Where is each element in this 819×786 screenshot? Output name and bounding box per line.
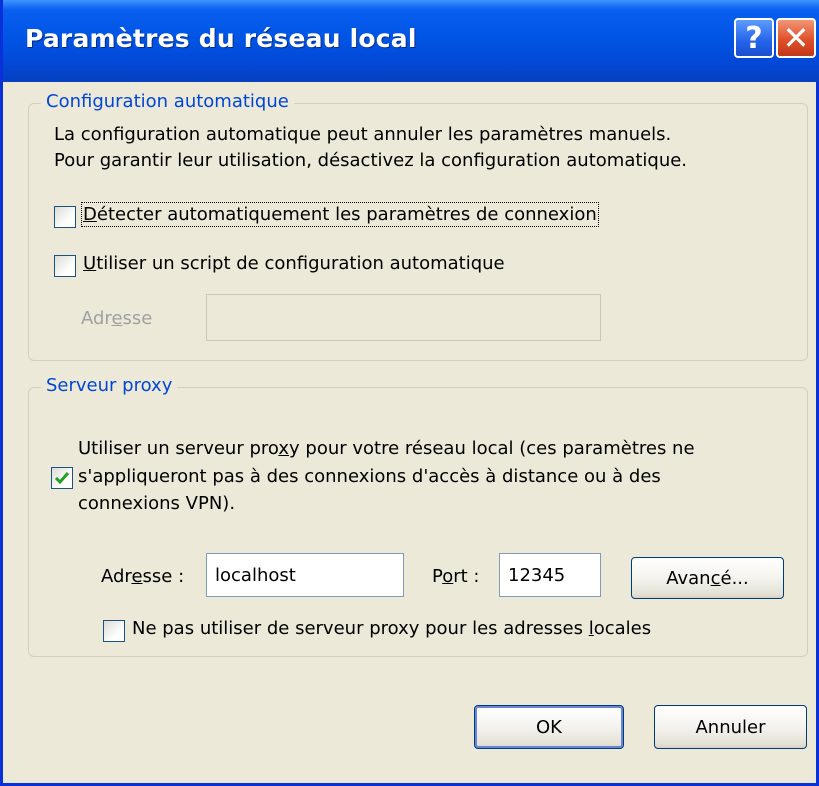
proxy-group xyxy=(28,387,808,657)
title-bar[interactable]: Paramètres du réseau local ? ✕ xyxy=(3,0,819,82)
dialog-window: Paramètres du réseau local ? ✕ Configura… xyxy=(0,0,819,786)
help-icon: ? xyxy=(745,20,763,56)
use-proxy-label-line1[interactable]: Utiliser un serveur proxy pour votre rés… xyxy=(78,438,695,459)
script-address-input[interactable] xyxy=(206,294,601,341)
auto-config-description-line2: Pour garantir leur utilisation, désactiv… xyxy=(54,150,688,171)
auto-config-script-label[interactable]: Utiliser un script de configuration auto… xyxy=(83,253,505,274)
close-icon: ✕ xyxy=(782,19,810,57)
cancel-button[interactable]: Annuler xyxy=(654,705,807,749)
use-proxy-label-line3[interactable]: connexions VPN). xyxy=(78,493,235,514)
proxy-address-input[interactable]: localhost xyxy=(206,553,404,597)
proxy-port-input[interactable]: 12345 xyxy=(499,553,601,597)
advanced-button[interactable]: Avancé... xyxy=(631,557,784,599)
window-title: Paramètres du réseau local xyxy=(25,24,417,53)
use-proxy-label-line2[interactable]: s'appliqueront pas à des connexions d'ac… xyxy=(78,466,661,487)
auto-config-legend: Configuration automatique xyxy=(41,91,294,112)
proxy-address-label: Adresse : xyxy=(101,566,185,587)
proxy-port-label: Port : xyxy=(432,566,480,587)
use-proxy-checkbox[interactable] xyxy=(51,467,73,489)
auto-config-script-checkbox[interactable] xyxy=(54,255,76,277)
checkmark-icon xyxy=(54,472,70,485)
detect-settings-label[interactable]: Détecter automatiquement les paramètres … xyxy=(81,202,599,227)
ok-button[interactable]: OK xyxy=(474,705,624,749)
close-button[interactable]: ✕ xyxy=(776,18,816,58)
bypass-local-checkbox[interactable] xyxy=(103,620,125,642)
detect-settings-checkbox[interactable] xyxy=(54,206,76,228)
proxy-legend: Serveur proxy xyxy=(41,375,178,396)
advanced-button-label: Avancé... xyxy=(666,567,749,589)
help-button[interactable]: ? xyxy=(734,18,774,58)
script-address-label: Adresse xyxy=(81,308,153,329)
auto-config-description-line1: La configuration automatique peut annule… xyxy=(54,124,672,145)
bypass-local-label[interactable]: Ne pas utiliser de serveur proxy pour le… xyxy=(132,618,651,639)
